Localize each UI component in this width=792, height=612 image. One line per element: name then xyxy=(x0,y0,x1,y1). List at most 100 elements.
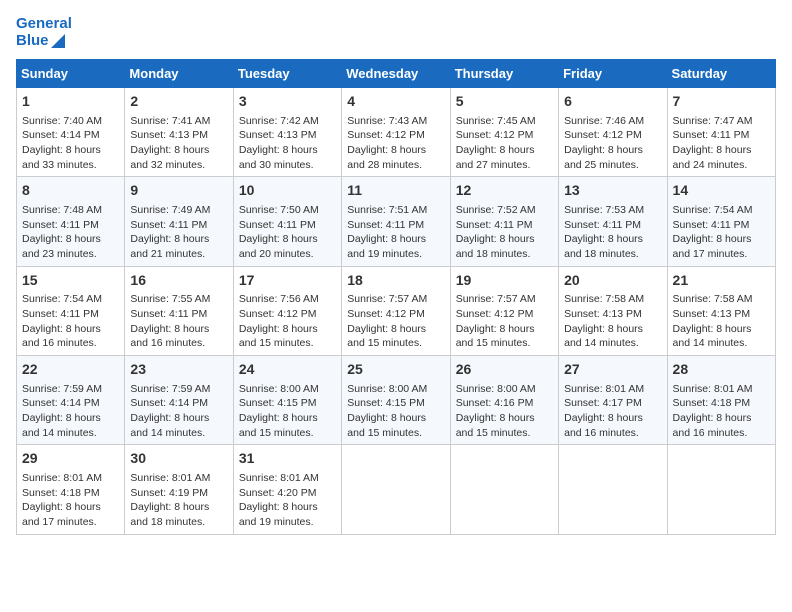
day-info-line: Sunrise: 7:55 AM xyxy=(130,292,227,307)
day-number: 7 xyxy=(673,92,770,112)
calendar-cell: 11Sunrise: 7:51 AMSunset: 4:11 PMDayligh… xyxy=(342,177,450,266)
day-info-line: Daylight: 8 hours and 19 minutes. xyxy=(347,232,444,261)
day-info-line: Daylight: 8 hours and 17 minutes. xyxy=(673,232,770,261)
calendar-cell: 8Sunrise: 7:48 AMSunset: 4:11 PMDaylight… xyxy=(17,177,125,266)
day-number: 18 xyxy=(347,271,444,291)
calendar-cell xyxy=(342,445,450,534)
day-info-line: Daylight: 8 hours and 30 minutes. xyxy=(239,143,336,172)
calendar-cell: 17Sunrise: 7:56 AMSunset: 4:12 PMDayligh… xyxy=(233,266,341,355)
day-info-line: Daylight: 8 hours and 14 minutes. xyxy=(564,322,661,351)
day-info-line: Daylight: 8 hours and 20 minutes. xyxy=(239,232,336,261)
day-info-line: Sunset: 4:11 PM xyxy=(22,307,119,322)
calendar-cell: 10Sunrise: 7:50 AMSunset: 4:11 PMDayligh… xyxy=(233,177,341,266)
day-info-line: Daylight: 8 hours and 27 minutes. xyxy=(456,143,553,172)
day-info-line: Sunset: 4:13 PM xyxy=(564,307,661,322)
day-info-line: Sunrise: 7:58 AM xyxy=(673,292,770,307)
day-info-line: Sunrise: 7:48 AM xyxy=(22,203,119,218)
day-info-line: Sunrise: 7:46 AM xyxy=(564,114,661,129)
day-number: 31 xyxy=(239,449,336,469)
day-info-line: Sunrise: 7:51 AM xyxy=(347,203,444,218)
day-info-line: Sunset: 4:18 PM xyxy=(673,396,770,411)
day-info-line: Sunrise: 7:49 AM xyxy=(130,203,227,218)
day-info-line: Daylight: 8 hours and 33 minutes. xyxy=(22,143,119,172)
day-info-line: Sunset: 4:11 PM xyxy=(347,218,444,233)
calendar-cell: 4Sunrise: 7:43 AMSunset: 4:12 PMDaylight… xyxy=(342,88,450,177)
logo: General Blue xyxy=(16,16,72,49)
day-info-line: Daylight: 8 hours and 15 minutes. xyxy=(456,411,553,440)
day-info-line: Sunset: 4:13 PM xyxy=(673,307,770,322)
logo-general: General xyxy=(16,16,72,33)
day-info-line: Sunset: 4:12 PM xyxy=(347,307,444,322)
day-number: 3 xyxy=(239,92,336,112)
day-info-line: Sunset: 4:18 PM xyxy=(22,486,119,501)
day-info-line: Sunset: 4:11 PM xyxy=(22,218,119,233)
day-info-line: Sunrise: 8:01 AM xyxy=(673,382,770,397)
day-info-line: Sunset: 4:15 PM xyxy=(347,396,444,411)
calendar-cell xyxy=(667,445,775,534)
day-info-line: Sunset: 4:12 PM xyxy=(347,128,444,143)
day-info-line: Sunset: 4:12 PM xyxy=(456,307,553,322)
day-info-line: Daylight: 8 hours and 25 minutes. xyxy=(564,143,661,172)
day-info-line: Sunrise: 8:00 AM xyxy=(239,382,336,397)
calendar-week-row: 15Sunrise: 7:54 AMSunset: 4:11 PMDayligh… xyxy=(17,266,776,355)
day-info-line: Sunrise: 8:01 AM xyxy=(22,471,119,486)
calendar-cell: 20Sunrise: 7:58 AMSunset: 4:13 PMDayligh… xyxy=(559,266,667,355)
calendar-header: SundayMondayTuesdayWednesdayThursdayFrid… xyxy=(17,60,776,88)
day-info-line: Sunrise: 7:57 AM xyxy=(456,292,553,307)
calendar-cell: 16Sunrise: 7:55 AMSunset: 4:11 PMDayligh… xyxy=(125,266,233,355)
day-info-line: Daylight: 8 hours and 15 minutes. xyxy=(239,411,336,440)
calendar-cell: 1 Sunrise: 7:40 AMSunset: 4:14 PMDaylight… xyxy=(17,88,125,177)
calendar-cell: 13Sunrise: 7:53 AMSunset: 4:11 PMDayligh… xyxy=(559,177,667,266)
day-info-line: Daylight: 8 hours and 21 minutes. xyxy=(130,232,227,261)
day-of-week-header: Wednesday xyxy=(342,60,450,88)
day-info-line: Sunrise: 7:54 AM xyxy=(22,292,119,307)
calendar-cell: 19Sunrise: 7:57 AMSunset: 4:12 PMDayligh… xyxy=(450,266,558,355)
day-info-line: Sunset: 4:14 PM xyxy=(130,396,227,411)
day-of-week-header: Saturday xyxy=(667,60,775,88)
day-info-line: Sunset: 4:11 PM xyxy=(239,218,336,233)
calendar-table: SundayMondayTuesdayWednesdayThursdayFrid… xyxy=(16,59,776,535)
calendar-cell: 12Sunrise: 7:52 AMSunset: 4:11 PMDayligh… xyxy=(450,177,558,266)
day-of-week-header: Tuesday xyxy=(233,60,341,88)
calendar-cell: 18Sunrise: 7:57 AMSunset: 4:12 PMDayligh… xyxy=(342,266,450,355)
day-info-line: Sunrise: 7:50 AM xyxy=(239,203,336,218)
day-info-line: Sunset: 4:11 PM xyxy=(130,307,227,322)
day-info-line: Daylight: 8 hours and 18 minutes. xyxy=(456,232,553,261)
calendar-cell: 7Sunrise: 7:47 AMSunset: 4:11 PMDaylight… xyxy=(667,88,775,177)
calendar-cell: 22Sunrise: 7:59 AMSunset: 4:14 PMDayligh… xyxy=(17,356,125,445)
calendar-week-row: 29Sunrise: 8:01 AMSunset: 4:18 PMDayligh… xyxy=(17,445,776,534)
day-number: 8 xyxy=(22,181,119,201)
day-info-line: Sunset: 4:13 PM xyxy=(130,128,227,143)
day-of-week-header: Friday xyxy=(559,60,667,88)
day-info-line: Sunset: 4:19 PM xyxy=(130,486,227,501)
day-number: 1 xyxy=(22,92,119,112)
day-number: 23 xyxy=(130,360,227,380)
calendar-cell: 25Sunrise: 8:00 AMSunset: 4:15 PMDayligh… xyxy=(342,356,450,445)
day-number: 30 xyxy=(130,449,227,469)
calendar-cell: 27Sunrise: 8:01 AMSunset: 4:17 PMDayligh… xyxy=(559,356,667,445)
day-info-line: Daylight: 8 hours and 16 minutes. xyxy=(673,411,770,440)
day-number: 5 xyxy=(456,92,553,112)
day-info-line: Daylight: 8 hours and 14 minutes. xyxy=(673,322,770,351)
day-info-line: Sunrise: 7:41 AM xyxy=(130,114,227,129)
day-info-line: Sunrise: 8:00 AM xyxy=(456,382,553,397)
day-info-line: Daylight: 8 hours and 24 minutes. xyxy=(673,143,770,172)
day-info-line: Sunset: 4:14 PM xyxy=(22,396,119,411)
day-info-line: Daylight: 8 hours and 15 minutes. xyxy=(456,322,553,351)
calendar-body: 1Sunrise: 7:40 AMSunset: 4:14 PMDaylight… xyxy=(17,88,776,535)
day-info-line: Sunset: 4:14 PM xyxy=(22,128,119,143)
day-number: 16 xyxy=(130,271,227,291)
day-info-line: Sunrise: 8:00 AM xyxy=(347,382,444,397)
day-number: 19 xyxy=(456,271,553,291)
day-number: 21 xyxy=(673,271,770,291)
day-info-line: Sunset: 4:12 PM xyxy=(239,307,336,322)
day-info-line: Daylight: 8 hours and 16 minutes. xyxy=(564,411,661,440)
day-info-line: Sunrise: 7:59 AM xyxy=(130,382,227,397)
day-number: 26 xyxy=(456,360,553,380)
day-info-line: Sunrise: 7:40 AM xyxy=(22,114,119,129)
day-info-line: Sunrise: 7:43 AM xyxy=(347,114,444,129)
calendar-week-row: 1Sunrise: 7:40 AMSunset: 4:14 PMDaylight… xyxy=(17,88,776,177)
day-info-line: Daylight: 8 hours and 16 minutes. xyxy=(22,322,119,351)
day-info-line: Sunrise: 7:53 AM xyxy=(564,203,661,218)
calendar-cell: 9Sunrise: 7:49 AMSunset: 4:11 PMDaylight… xyxy=(125,177,233,266)
